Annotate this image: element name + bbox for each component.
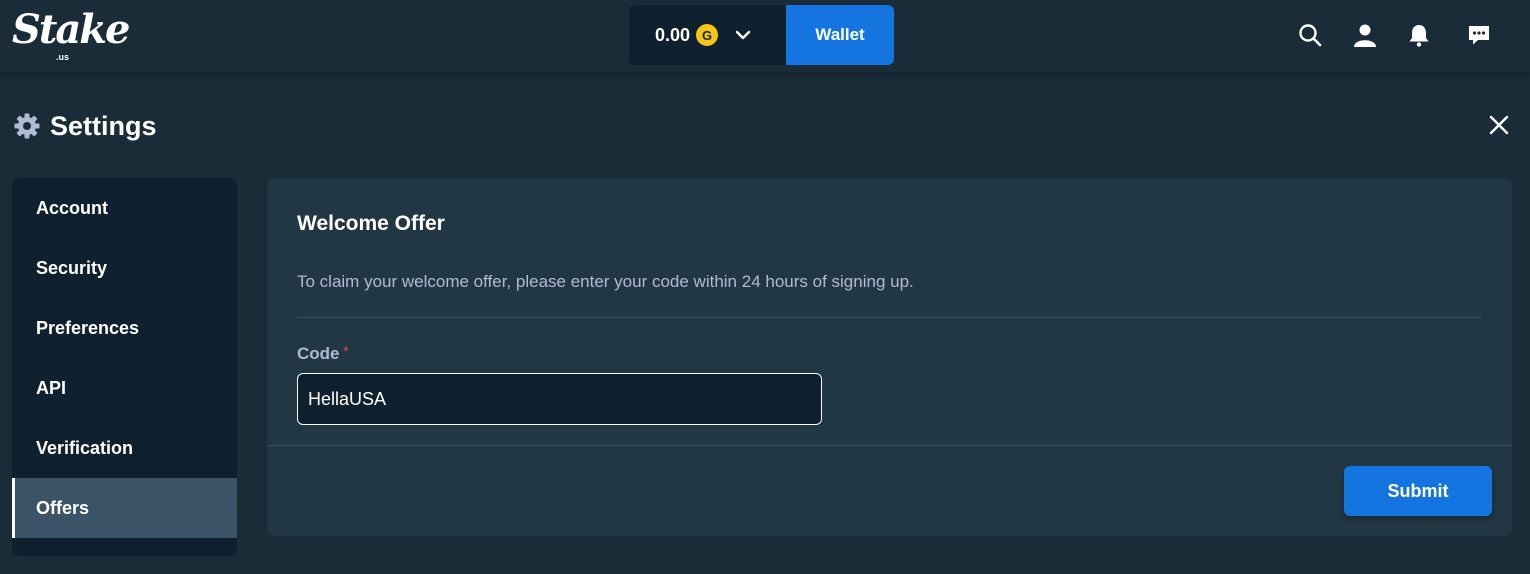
sidebar-item-offers[interactable]: Offers [12,478,237,538]
chevron-down-icon [735,30,751,40]
gear-icon [14,113,40,139]
sidebar-item-account[interactable]: Account [12,178,237,238]
submit-button[interactable]: Submit [1344,466,1492,516]
user-icon[interactable] [1352,22,1378,48]
wallet-button[interactable]: Wallet [786,5,894,65]
chat-icon[interactable] [1466,22,1492,48]
required-marker: * [343,344,349,358]
code-label-text: Code [297,344,340,363]
settings-header: Settings [14,108,157,144]
stake-logo[interactable]: Stake .us [10,6,130,66]
code-input[interactable] [297,373,822,425]
sidebar-item-security[interactable]: Security [12,238,237,298]
page-title: Settings [50,110,157,141]
balance-selector[interactable]: 0.00 G [629,5,787,65]
bell-icon[interactable] [1406,22,1432,48]
sidebar-item-api[interactable]: API [12,358,237,418]
logo-suffix: .us [56,52,70,62]
code-label: Code * [297,344,348,364]
panel-description: To claim your welcome offer, please ente… [297,272,914,291]
balance-amount: 0.00 [655,24,691,45]
settings-sidebar: Account Security Preferences API Verific… [12,178,237,556]
search-icon[interactable] [1297,22,1323,48]
panel-title: Welcome Offer [297,212,445,235]
footer-divider [267,445,1512,446]
divider [297,317,1482,318]
gold-coin-icon: G [696,24,719,46]
logo-wordmark: Stake [12,6,130,53]
sidebar-item-verification[interactable]: Verification [12,418,237,478]
sidebar-item-preferences[interactable]: Preferences [12,298,237,358]
welcome-offer-panel: Welcome Offer To claim your welcome offe… [267,178,1512,536]
top-navigation-bar: Stake .us 0.00 G Wallet [0,0,1530,72]
close-icon[interactable] [1486,112,1512,138]
